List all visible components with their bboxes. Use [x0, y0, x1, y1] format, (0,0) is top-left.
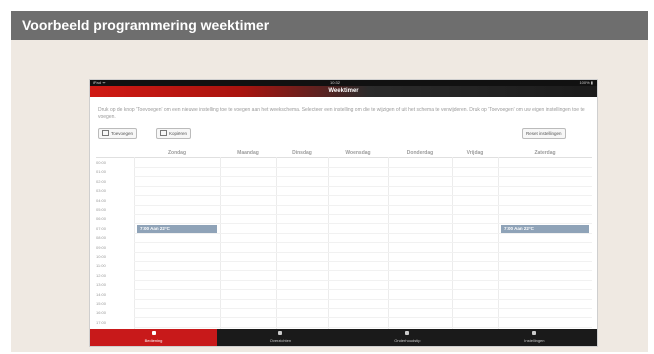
hour-label: 07:00 [96, 225, 107, 231]
hour-divider [134, 214, 592, 215]
tab-overzichten[interactable]: Overzichten [217, 329, 344, 346]
hour-label: 06:00 [96, 216, 107, 222]
chart-icon [278, 331, 283, 335]
hour-label: 15:00 [96, 301, 107, 306]
hour-divider [134, 167, 592, 168]
tab-label: Bediening [144, 338, 163, 343]
schedule-block-zaterdag[interactable]: 7:00 Aan 22°C [501, 224, 589, 233]
hour-label: 05:00 [96, 207, 107, 212]
hour-label: 08:00 [96, 235, 107, 241]
reset-settings-button[interactable]: Reset instellingen [522, 128, 566, 139]
tab-label: Overzichten [269, 338, 292, 343]
hour-label: 12:00 [96, 272, 107, 278]
hour-label: 00:00 [96, 160, 107, 165]
hour-divider [134, 289, 592, 291]
info-icon [405, 331, 410, 335]
add-button-label: Toevoegen [111, 131, 134, 136]
copy-button-label: Kopiëren [169, 131, 188, 136]
hour-label: 04:00 [96, 197, 107, 203]
hour-divider [134, 195, 592, 197]
hour-divider [134, 176, 592, 178]
schedule-block-zondag[interactable]: 7:00 Aan 22°C [137, 224, 217, 233]
nav-bar: Weektimer [90, 86, 597, 97]
hour-divider [134, 279, 592, 281]
hour-label: 13:00 [96, 282, 107, 288]
tab-instellingen[interactable]: Instellingen [471, 329, 598, 346]
ipad-screen: iPad ᯤ 10:32 100% ▮ Weektimer Druk op de… [89, 79, 598, 347]
figure-frame: Voorbeeld programmering weektimer iPad ᯤ… [11, 11, 648, 352]
add-button[interactable]: Toevoegen [98, 128, 138, 139]
copy-button[interactable]: Kopiëren [156, 128, 192, 139]
hour-divider [134, 317, 592, 319]
day-header-vrijdag: Vrijdag [466, 150, 484, 156]
add-icon [102, 130, 109, 136]
hour-divider [134, 261, 592, 262]
day-header-row: Zondag Maandag Dinsdag Woensdag Donderdag Vri… [96, 149, 592, 158]
tab-label: Onderhoudstip [394, 338, 421, 343]
flame-icon [151, 331, 156, 335]
hour-divider [134, 308, 592, 309]
week-schedule-grid: Zondag Maandag Dinsdag Woensdag Donderdag Vri… [96, 149, 592, 329]
hour-label: 14:00 [96, 291, 107, 297]
figure-title: Voorbeeld programmering weektimer [11, 11, 648, 40]
day-header-dinsdag: Dinsdag [292, 150, 312, 156]
hour-divider [134, 270, 592, 272]
day-header-woensdag: Woensdag [345, 150, 371, 156]
hour-label: 09:00 [96, 244, 107, 250]
instructions-text: Druk op de knop 'Toevoegen' om een nieuw… [98, 107, 585, 120]
hour-divider [134, 242, 592, 244]
hour-label: 11:00 [96, 263, 106, 269]
hour-label: 10:00 [96, 254, 107, 259]
hour-divider [134, 251, 592, 253]
reset-button-label: Reset instellingen [526, 131, 562, 136]
gear-icon [532, 331, 537, 335]
tab-onderhoudstip[interactable]: Onderhoudstip [344, 329, 471, 346]
hour-label: 02:00 [96, 178, 107, 184]
hour-label: 01:00 [96, 169, 107, 175]
hour-divider [134, 232, 592, 234]
tab-bediening[interactable]: Bediening [90, 329, 217, 346]
copy-icon [160, 130, 167, 136]
hour-label: 16:00 [96, 310, 107, 316]
hour-divider [134, 185, 592, 187]
hour-divider [134, 298, 592, 300]
day-header-zaterdag: Zaterdag [534, 150, 556, 156]
day-header-maandag: Maandag [237, 150, 259, 156]
day-header-zondag: Zondag [167, 150, 187, 156]
screen-title: Weektimer [328, 88, 359, 94]
tab-label: Instellingen [524, 338, 545, 343]
hour-label: 17:00 [96, 319, 107, 325]
hour-divider [134, 326, 592, 328]
hour-label: 03:00 [96, 188, 107, 194]
hour-divider [134, 204, 592, 206]
day-header-donderdag: Donderdag [406, 150, 434, 156]
tab-bar: Bediening Overzichten Onderhoudstip Instell… [90, 329, 597, 346]
